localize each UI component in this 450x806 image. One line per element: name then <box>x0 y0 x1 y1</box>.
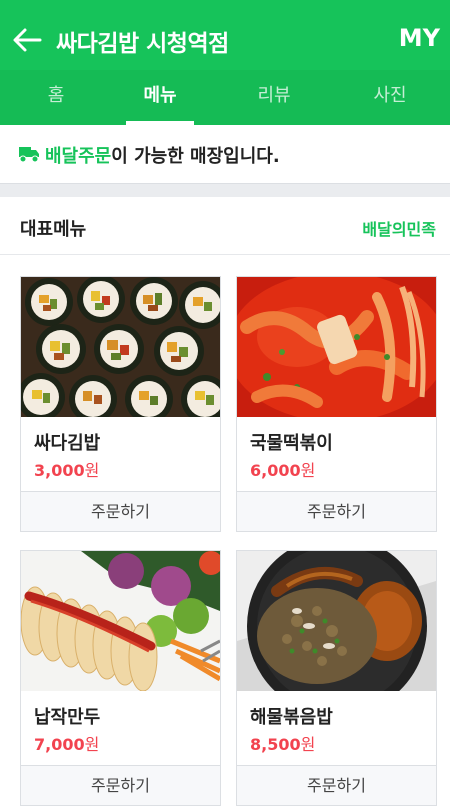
order-button[interactable]: 주문하기 <box>21 765 220 805</box>
kimbap-photo <box>21 277 220 417</box>
flat-dumpling-photo <box>21 551 220 691</box>
seafood-fried-rice-photo <box>237 551 436 691</box>
order-button[interactable]: 주문하기 <box>21 491 220 531</box>
menu-name: 국물떡볶이 <box>250 433 333 454</box>
menu-card[interactable]: 싸다김밥 3,000원 주문하기 <box>20 276 221 532</box>
tab-review[interactable]: 리뷰 <box>218 70 330 125</box>
section-divider <box>0 183 450 197</box>
section-header: 대표메뉴 배달의민족 <box>0 197 450 255</box>
top-bar: 싸다김밥 시청역점 MY <box>0 12 450 68</box>
notice-text: 배달주문이 가능한 매장입니다. <box>45 142 280 168</box>
menu-name: 해물볶음밥 <box>250 707 333 728</box>
menu-price: 8,500원 <box>250 735 316 754</box>
baemin-link[interactable]: 배달의민족 <box>362 216 436 240</box>
menu-card[interactable]: 해물볶음밥 8,500원 주문하기 <box>236 550 437 806</box>
menu-price: 7,000원 <box>34 735 100 754</box>
notice-highlight: 배달주문 <box>45 146 112 167</box>
order-button[interactable]: 주문하기 <box>237 765 436 805</box>
delivery-truck-icon <box>19 147 39 163</box>
store-title: 싸다김밥 시청역점 <box>56 31 229 57</box>
app-header: 싸다김밥 시청역점 MY 홈 메뉴 리뷰 사진 <box>0 0 450 125</box>
notice-rest: 이 가능한 매장입니다. <box>111 146 280 167</box>
menu-card[interactable]: 납작만두 7,000원 주문하기 <box>20 550 221 806</box>
tab-menu[interactable]: 메뉴 <box>104 70 216 125</box>
tab-home[interactable]: 홈 <box>0 70 112 125</box>
tteokbokki-photo <box>237 277 436 417</box>
menu-price: 6,000원 <box>250 461 316 480</box>
menu-price: 3,000원 <box>34 461 100 480</box>
my-page-button[interactable]: MY <box>399 24 440 52</box>
menu-card[interactable]: 국물떡볶이 6,000원 주문하기 <box>236 276 437 532</box>
menu-name: 싸다김밥 <box>34 433 101 454</box>
order-button[interactable]: 주문하기 <box>237 491 436 531</box>
tab-bar: 홈 메뉴 리뷰 사진 <box>0 70 450 125</box>
back-arrow-icon[interactable] <box>12 26 42 54</box>
delivery-notice: 배달주문이 가능한 매장입니다. <box>0 125 450 183</box>
tab-photo[interactable]: 사진 <box>334 70 446 125</box>
menu-name: 납작만두 <box>34 707 101 728</box>
section-title: 대표메뉴 <box>20 219 87 240</box>
